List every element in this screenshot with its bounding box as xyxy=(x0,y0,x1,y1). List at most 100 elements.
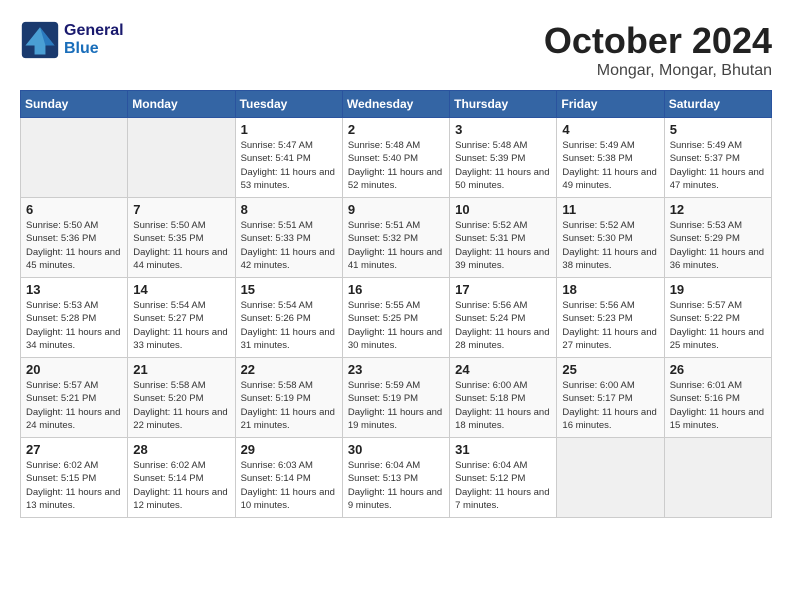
calendar-cell: 8Sunrise: 5:51 AM Sunset: 5:33 PM Daylig… xyxy=(235,198,342,278)
cell-info: Sunrise: 6:03 AM Sunset: 5:14 PM Dayligh… xyxy=(241,459,337,512)
calendar-cell: 4 Sunrise: 5:49 AM Sunset: 5:38 PM Daylig… xyxy=(557,118,664,198)
day-number: 25 xyxy=(562,362,658,377)
day-number: 21 xyxy=(133,362,229,377)
day-number: 14 xyxy=(133,282,229,297)
calendar-week-1: 1Sunrise: 5:47 AM Sunset: 5:41 PM Daylig… xyxy=(21,118,772,198)
calendar-cell: 7Sunrise: 5:50 AM Sunset: 5:35 PM Daylig… xyxy=(128,198,235,278)
calendar-cell xyxy=(21,118,128,198)
calendar-cell: 27Sunrise: 6:02 AM Sunset: 5:15 PM Dayli… xyxy=(21,438,128,518)
day-number: 5 xyxy=(670,122,766,137)
day-number: 1 xyxy=(241,122,337,137)
cell-info: Sunrise: 5:52 AM Sunset: 5:31 PM Dayligh… xyxy=(455,219,551,272)
calendar-cell: 20 Sunrise: 5:57 AM Sunset: 5:21 PM Dayli… xyxy=(21,358,128,438)
cell-info: Sunrise: 5:49 AM Sunset: 5:38 PM Dayligh… xyxy=(562,139,658,192)
cell-info: Sunrise: 6:00 AM Sunset: 5:17 PM Dayligh… xyxy=(562,379,658,432)
day-number: 16 xyxy=(348,282,444,297)
day-number: 24 xyxy=(455,362,551,377)
cell-info: Sunrise: 5:54 AM Sunset: 5:27 PM Dayligh… xyxy=(133,299,229,352)
cell-info: Sunrise: 5:49 AM Sunset: 5:37 PM Dayligh… xyxy=(670,139,766,192)
calendar-cell xyxy=(557,438,664,518)
header-day-monday: Monday xyxy=(128,91,235,118)
cell-info: Sunrise: 5:56 AM Sunset: 5:24 PM Dayligh… xyxy=(455,299,551,352)
header-day-tuesday: Tuesday xyxy=(235,91,342,118)
cell-info: Sunrise: 5:53 AM Sunset: 5:28 PM Dayligh… xyxy=(26,299,122,352)
cell-info: Sunrise: 5:57 AM Sunset: 5:21 PM Dayligh… xyxy=(26,379,122,432)
calendar-cell: 31Sunrise: 6:04 AM Sunset: 5:12 PM Dayli… xyxy=(450,438,557,518)
calendar-cell: 10 Sunrise: 5:52 AM Sunset: 5:31 PM Dayli… xyxy=(450,198,557,278)
day-number: 30 xyxy=(348,442,444,457)
calendar-table: SundayMondayTuesdayWednesdayThursdayFrid… xyxy=(20,90,772,518)
logo: General Blue xyxy=(20,20,124,60)
day-number: 6 xyxy=(26,202,122,217)
cell-info: Sunrise: 6:00 AM Sunset: 5:18 PM Dayligh… xyxy=(455,379,551,432)
calendar-cell: 19Sunrise: 5:57 AM Sunset: 5:22 PM Dayli… xyxy=(664,278,771,358)
day-number: 12 xyxy=(670,202,766,217)
calendar-cell: 1Sunrise: 5:47 AM Sunset: 5:41 PM Daylig… xyxy=(235,118,342,198)
header-day-wednesday: Wednesday xyxy=(342,91,449,118)
cell-info: Sunrise: 5:50 AM Sunset: 5:36 PM Dayligh… xyxy=(26,219,122,272)
calendar-cell: 29 Sunrise: 6:03 AM Sunset: 5:14 PM Dayli… xyxy=(235,438,342,518)
calendar-cell: 2 Sunrise: 5:48 AM Sunset: 5:40 PM Daylig… xyxy=(342,118,449,198)
cell-info: Sunrise: 5:55 AM Sunset: 5:25 PM Dayligh… xyxy=(348,299,444,352)
calendar-cell: 9Sunrise: 5:51 AM Sunset: 5:32 PM Daylig… xyxy=(342,198,449,278)
day-number: 10 xyxy=(455,202,551,217)
calendar-cell: 18 Sunrise: 5:56 AM Sunset: 5:23 PM Dayli… xyxy=(557,278,664,358)
calendar-cell: 16 Sunrise: 5:55 AM Sunset: 5:25 PM Dayli… xyxy=(342,278,449,358)
cell-info: Sunrise: 5:52 AM Sunset: 5:30 PM Dayligh… xyxy=(562,219,658,272)
day-number: 22 xyxy=(241,362,337,377)
calendar-cell: 11 Sunrise: 5:52 AM Sunset: 5:30 PM Dayli… xyxy=(557,198,664,278)
day-number: 26 xyxy=(670,362,766,377)
cell-info: Sunrise: 5:56 AM Sunset: 5:23 PM Dayligh… xyxy=(562,299,658,352)
day-number: 9 xyxy=(348,202,444,217)
day-number: 20 xyxy=(26,362,122,377)
calendar-cell: 28Sunrise: 6:02 AM Sunset: 5:14 PM Dayli… xyxy=(128,438,235,518)
cell-info: Sunrise: 5:58 AM Sunset: 5:20 PM Dayligh… xyxy=(133,379,229,432)
location-subtitle: Mongar, Mongar, Bhutan xyxy=(544,62,772,80)
calendar-week-2: 6 Sunrise: 5:50 AM Sunset: 5:36 PM Daylig… xyxy=(21,198,772,278)
calendar-header-row: SundayMondayTuesdayWednesdayThursdayFrid… xyxy=(21,91,772,118)
calendar-week-3: 13 Sunrise: 5:53 AM Sunset: 5:28 PM Dayli… xyxy=(21,278,772,358)
calendar-cell: 21 Sunrise: 5:58 AM Sunset: 5:20 PM Dayli… xyxy=(128,358,235,438)
calendar-cell: 24 Sunrise: 6:00 AM Sunset: 5:18 PM Dayli… xyxy=(450,358,557,438)
calendar-cell: 12 Sunrise: 5:53 AM Sunset: 5:29 PM Dayli… xyxy=(664,198,771,278)
cell-info: Sunrise: 5:59 AM Sunset: 5:19 PM Dayligh… xyxy=(348,379,444,432)
calendar-cell: 15 Sunrise: 5:54 AM Sunset: 5:26 PM Dayli… xyxy=(235,278,342,358)
calendar-cell: 23 Sunrise: 5:59 AM Sunset: 5:19 PM Dayli… xyxy=(342,358,449,438)
cell-info: Sunrise: 6:04 AM Sunset: 5:13 PM Dayligh… xyxy=(348,459,444,512)
calendar-cell: 26 Sunrise: 6:01 AM Sunset: 5:16 PM Dayli… xyxy=(664,358,771,438)
calendar-cell xyxy=(664,438,771,518)
calendar-cell: 13 Sunrise: 5:53 AM Sunset: 5:28 PM Dayli… xyxy=(21,278,128,358)
cell-info: Sunrise: 5:53 AM Sunset: 5:29 PM Dayligh… xyxy=(670,219,766,272)
cell-info: Sunrise: 5:48 AM Sunset: 5:40 PM Dayligh… xyxy=(348,139,444,192)
day-number: 18 xyxy=(562,282,658,297)
day-number: 15 xyxy=(241,282,337,297)
day-number: 19 xyxy=(670,282,766,297)
logo-icon xyxy=(20,20,60,60)
header-day-saturday: Saturday xyxy=(664,91,771,118)
day-number: 3 xyxy=(455,122,551,137)
calendar-cell xyxy=(128,118,235,198)
calendar-cell: 6 Sunrise: 5:50 AM Sunset: 5:36 PM Daylig… xyxy=(21,198,128,278)
header-day-thursday: Thursday xyxy=(450,91,557,118)
day-number: 31 xyxy=(455,442,551,457)
day-number: 13 xyxy=(26,282,122,297)
logo-blue: Blue xyxy=(64,40,124,58)
header-day-friday: Friday xyxy=(557,91,664,118)
calendar-cell: 25 Sunrise: 6:00 AM Sunset: 5:17 PM Dayli… xyxy=(557,358,664,438)
calendar-cell: 22 Sunrise: 5:58 AM Sunset: 5:19 PM Dayli… xyxy=(235,358,342,438)
day-number: 27 xyxy=(26,442,122,457)
cell-info: Sunrise: 6:01 AM Sunset: 5:16 PM Dayligh… xyxy=(670,379,766,432)
day-number: 7 xyxy=(133,202,229,217)
cell-info: Sunrise: 5:54 AM Sunset: 5:26 PM Dayligh… xyxy=(241,299,337,352)
day-number: 29 xyxy=(241,442,337,457)
month-title: October 2024 xyxy=(544,20,772,62)
calendar-cell: 14 Sunrise: 5:54 AM Sunset: 5:27 PM Dayli… xyxy=(128,278,235,358)
day-number: 4 xyxy=(562,122,658,137)
cell-info: Sunrise: 5:58 AM Sunset: 5:19 PM Dayligh… xyxy=(241,379,337,432)
day-number: 11 xyxy=(562,202,658,217)
day-number: 23 xyxy=(348,362,444,377)
page-header: General Blue October 2024 Mongar, Mongar… xyxy=(20,20,772,80)
day-number: 17 xyxy=(455,282,551,297)
day-number: 2 xyxy=(348,122,444,137)
logo-text: General Blue xyxy=(64,22,124,58)
